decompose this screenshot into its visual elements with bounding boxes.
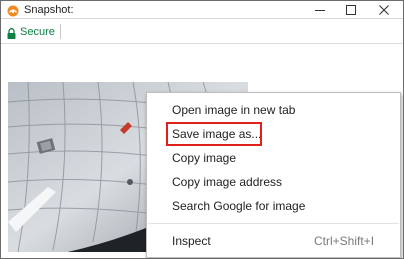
lock-icon[interactable] [7, 26, 16, 39]
title-bar[interactable]: Snapshot: [1, 1, 403, 19]
browser-window: Snapshot: Secure Open image in new tab S… [0, 0, 404, 259]
menu-separator [148, 223, 399, 224]
menu-item-inspect[interactable]: Inspect Ctrl+Shift+I [147, 230, 400, 252]
maximize-button[interactable] [340, 2, 362, 17]
close-icon [379, 4, 389, 15]
inspect-shortcut: Ctrl+Shift+I [314, 234, 375, 248]
menu-item-copy-image-address[interactable]: Copy image address [147, 171, 400, 193]
maximize-icon [346, 4, 356, 15]
minimize-icon [315, 9, 325, 11]
address-bar[interactable]: Secure [1, 20, 403, 44]
minimize-button[interactable] [309, 2, 331, 17]
close-button[interactable] [373, 2, 395, 17]
security-status-label[interactable]: Secure [20, 26, 55, 38]
menu-item-open-image-new-tab[interactable]: Open image in new tab [147, 99, 400, 121]
image-context-menu: Open image in new tab Save image as... C… [146, 92, 401, 258]
address-divider [60, 24, 61, 39]
menu-item-search-google-for-image[interactable]: Search Google for image [147, 195, 400, 217]
menu-item-copy-image[interactable]: Copy image [147, 147, 400, 169]
camera-app-icon [7, 4, 19, 17]
save-image-highlight-box [166, 122, 262, 146]
window-title: Snapshot: [24, 4, 74, 16]
